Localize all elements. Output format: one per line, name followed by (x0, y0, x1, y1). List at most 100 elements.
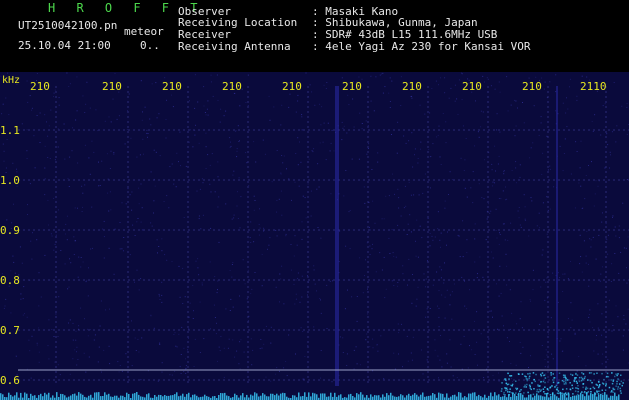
noise-dot (38, 351, 40, 353)
noise-dot (389, 107, 391, 108)
noise-dot (48, 319, 50, 321)
echo-dot (586, 387, 589, 390)
noise-dot (75, 330, 77, 332)
noise-dot (359, 112, 361, 114)
noise-dot (419, 104, 421, 106)
noise-dot (47, 199, 49, 201)
noise-dot (507, 110, 509, 112)
echo-dot (526, 379, 528, 382)
noise-dot (270, 326, 272, 328)
noise-dot (441, 294, 443, 296)
noise-dot (438, 316, 440, 318)
noise-dot (432, 239, 434, 241)
echo-dot (589, 379, 592, 382)
noise-dot (297, 137, 299, 139)
noise-dot (276, 211, 278, 213)
noise-dot (236, 350, 238, 352)
echo-dot (571, 387, 574, 389)
noise-dot (402, 265, 404, 267)
echo-dot (582, 386, 584, 389)
x-tick-label: 210 (102, 80, 122, 93)
noise-dot (129, 194, 131, 196)
noise-dot (432, 284, 434, 286)
spectrum-bin (560, 392, 562, 400)
spectrum-bin (612, 395, 614, 400)
noise-dot (609, 167, 610, 169)
noise-dot (47, 224, 49, 226)
noise-dot (341, 77, 343, 79)
noise-dot (405, 142, 407, 144)
noise-dot (469, 345, 470, 347)
noise-dot (430, 187, 431, 189)
noise-dot (540, 116, 542, 118)
spectrum-bin (0, 393, 2, 400)
spectrum-bin (120, 395, 122, 400)
noise-dot (76, 110, 78, 112)
noise-dot (422, 373, 424, 375)
noise-dot (236, 205, 238, 207)
noise-dot (491, 163, 493, 165)
noise-dot (510, 363, 512, 364)
x-tick-label: 210 (222, 80, 242, 93)
noise-dot (57, 336, 59, 337)
spectrum-bin (498, 394, 500, 400)
spectrum-bin (514, 393, 516, 400)
echo-dot (582, 383, 584, 385)
noise-dot (494, 182, 495, 184)
noise-dot (524, 206, 526, 208)
noise-dot (305, 217, 307, 219)
spectrum-bin (504, 395, 506, 400)
noise-dot (579, 234, 581, 236)
noise-dot (607, 234, 609, 236)
noise-dot (450, 366, 452, 368)
noise-dot (594, 114, 596, 116)
noise-dot (376, 344, 378, 346)
noise-dot (54, 159, 56, 161)
spectrum-bin (180, 395, 182, 400)
noise-dot (549, 208, 551, 210)
spectrum-bin (480, 396, 482, 400)
noise-dot (552, 272, 554, 274)
noise-dot (44, 114, 46, 116)
noise-dot (293, 283, 295, 285)
noise-dot (326, 284, 328, 286)
noise-dot (384, 86, 386, 88)
echo-dot (550, 372, 552, 374)
noise-dot (496, 113, 498, 115)
echo-dot (581, 391, 583, 393)
noise-dot (450, 87, 452, 89)
noise-dot (301, 238, 303, 240)
noise-dot (78, 325, 80, 327)
spectrum-bin (502, 396, 504, 400)
noise-dot (397, 224, 399, 226)
noise-dot (295, 293, 297, 295)
noise-dot (185, 368, 187, 370)
noise-dot (375, 76, 377, 78)
noise-dot (118, 115, 120, 117)
noise-dot (600, 134, 602, 136)
spectrum-bin (490, 392, 492, 400)
noise-dot (579, 167, 581, 169)
noise-dot (449, 171, 451, 173)
y-tick-label: 0.7 (0, 324, 20, 337)
noise-dot (238, 363, 240, 365)
spectrum-bin (88, 395, 90, 400)
noise-dot (93, 151, 95, 153)
noise-dot (411, 132, 413, 134)
noise-dot (12, 255, 14, 257)
noise-dot (498, 372, 499, 374)
noise-dot (263, 343, 265, 345)
noise-dot (53, 197, 55, 199)
noise-dot (69, 373, 71, 375)
spectrum-bin (26, 393, 28, 400)
noise-dot (275, 286, 277, 288)
noise-dot (21, 123, 23, 125)
spectrum-bin (472, 392, 474, 400)
noise-dot (183, 347, 185, 349)
noise-dot (131, 320, 132, 322)
noise-dot (518, 207, 520, 208)
spectrum-bin (474, 392, 476, 400)
noise-dot (234, 356, 236, 358)
spectrum-bin (394, 396, 396, 400)
noise-dot (372, 338, 374, 340)
